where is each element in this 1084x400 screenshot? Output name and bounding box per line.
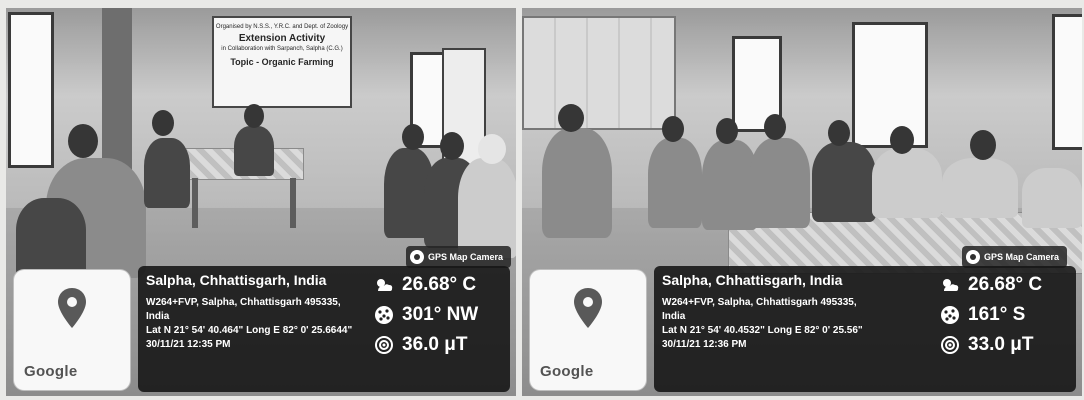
person-head: [558, 104, 584, 132]
person-head: [402, 124, 424, 150]
person-head: [662, 116, 684, 142]
address-line: W264+FVP, Salpha, Chhattisgarh 495335,: [146, 297, 341, 308]
seated-person: [234, 126, 274, 176]
person-head: [890, 126, 914, 154]
seated-audience: [872, 148, 942, 218]
address-country: India: [662, 311, 686, 322]
window: [8, 12, 54, 168]
address-line: W264+FVP, Salpha, Chhattisgarh 495335,: [662, 297, 857, 308]
gps-map-camera-tag: GPS Map Camera: [962, 246, 1068, 268]
map-thumbnail: Google: [530, 270, 646, 390]
magnetic-icon: [375, 336, 393, 354]
person-head: [764, 114, 786, 140]
compass-icon: [941, 306, 959, 324]
google-logo: Google: [540, 363, 594, 380]
coordinates: Lat N 21° 54' 40.4532" Long E 82° 0' 25.…: [662, 325, 863, 336]
camera-icon: [410, 250, 424, 264]
heading-row: 301° NW: [374, 304, 502, 326]
notice-board: [522, 16, 676, 130]
gps-map-camera-tag: GPS Map Camera: [406, 246, 512, 268]
temperature-value: 26.68° C: [402, 274, 477, 295]
person-head: [478, 134, 506, 164]
extension-activity-banner: Organised by N.S.S., Y.R.C. and Dept. of…: [212, 16, 352, 108]
map-pin-icon: [574, 288, 602, 328]
heading-row: 161° S: [940, 304, 1068, 326]
weather-icon: [377, 279, 393, 291]
place-name: Salpha, Chhattisgarh, India: [146, 272, 327, 288]
person-head: [716, 118, 738, 144]
magnetic-row: 33.0 μT: [940, 334, 1068, 356]
google-logo: Google: [24, 363, 78, 380]
place-name: Salpha, Chhattisgarh, India: [662, 272, 843, 288]
person-head: [828, 120, 850, 146]
magnetic-value: 33.0 μT: [968, 334, 1034, 355]
compass-icon: [375, 306, 393, 324]
map-thumbnail: Google: [14, 270, 130, 390]
location-info-panel: Salpha, Chhattisgarh, India W264+FVP, Sa…: [138, 266, 510, 392]
heading-value: 161° S: [968, 304, 1026, 325]
seated-audience: [812, 142, 876, 222]
table-leg: [192, 178, 198, 228]
person-head: [970, 130, 996, 160]
address-country: India: [146, 311, 170, 322]
heading-value: 301° NW: [402, 304, 479, 325]
seated-audience: [458, 158, 516, 258]
gps-overlay: Google Salpha, Chhattisgarh, India W264+…: [522, 266, 1082, 396]
seated-audience: [144, 138, 190, 208]
banner-line-organised: Organised by N.S.S., Y.R.C. and Dept. of…: [215, 24, 349, 30]
magnetic-value: 36.0 μT: [402, 334, 468, 355]
camera-icon: [966, 250, 980, 264]
weather-icon: [943, 279, 959, 291]
datetime: 30/11/21 12:36 PM: [662, 339, 747, 350]
person-head: [68, 124, 98, 158]
seated-audience: [542, 128, 612, 238]
photo-right: GPS Map Camera Google Salpha, Chhattisga…: [522, 8, 1082, 396]
temperature-value: 26.68° C: [968, 274, 1043, 295]
photo-left: Organised by N.S.S., Y.R.C. and Dept. of…: [6, 8, 516, 396]
datetime: 30/11/21 12:35 PM: [146, 339, 231, 350]
magnetic-row: 36.0 μT: [374, 334, 502, 356]
temperature-row: 26.68° C: [940, 274, 1068, 296]
seated-audience: [648, 138, 702, 228]
person-head: [244, 104, 264, 128]
table-leg: [290, 178, 296, 228]
map-pin-icon: [58, 288, 86, 328]
window: [852, 22, 928, 148]
temperature-row: 26.68° C: [374, 274, 502, 296]
gps-tag-label: GPS Map Camera: [984, 252, 1060, 262]
person-head: [152, 110, 174, 136]
magnetic-icon: [941, 336, 959, 354]
gps-tag-label: GPS Map Camera: [428, 252, 504, 262]
seated-audience: [942, 158, 1018, 218]
location-info-panel: Salpha, Chhattisgarh, India W264+FVP, Sa…: [654, 266, 1076, 392]
person-head: [440, 132, 464, 160]
coordinates: Lat N 21° 54' 40.464" Long E 82° 0' 25.6…: [146, 325, 353, 336]
banner-topic: Topic - Organic Farming: [230, 57, 334, 67]
seated-audience: [750, 138, 810, 228]
seated-audience: [1022, 168, 1082, 228]
window: [1052, 14, 1082, 150]
banner-line-collab: in Collaboration with Sarpanch, Salpha (…: [221, 46, 343, 52]
gps-overlay: Google Salpha, Chhattisgarh, India W264+…: [6, 266, 516, 396]
banner-title: Extension Activity: [238, 33, 326, 44]
